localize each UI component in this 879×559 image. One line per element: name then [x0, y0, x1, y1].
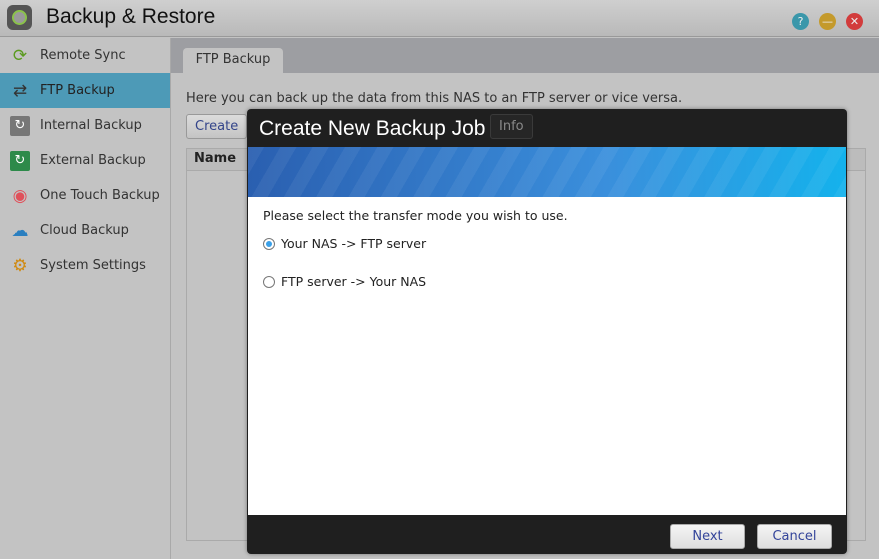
info-button[interactable]: Info: [490, 114, 533, 139]
sidebar-item-label: FTP Backup: [40, 83, 115, 98]
help-icon[interactable]: ?: [792, 13, 809, 30]
dialog-title: Create New Backup Job: [259, 117, 486, 140]
radio-button[interactable]: [263, 237, 275, 250]
disk-icon: ↻: [10, 115, 30, 136]
dialog-banner: [248, 147, 846, 197]
option-ftp-to-nas[interactable]: FTP server -> Your NAS: [263, 274, 426, 289]
sidebar-item-label: Cloud Backup: [40, 223, 129, 238]
dialog-prompt: Please select the transfer mode you wish…: [263, 208, 568, 223]
create-backup-job-dialog: Create New Backup Job Please select the …: [247, 109, 847, 554]
sync-icon: ⟳: [12, 45, 28, 66]
sidebar-item-label: Internal Backup: [40, 118, 142, 133]
sidebar-item-cloud-backup[interactable]: ☁ Cloud Backup: [0, 213, 170, 248]
radio-button[interactable]: [263, 275, 275, 288]
option-label: Your NAS -> FTP server: [281, 236, 427, 251]
record-icon: ◉: [12, 185, 28, 206]
option-nas-to-ftp[interactable]: Your NAS -> FTP server: [263, 236, 426, 251]
minimize-icon[interactable]: —: [819, 13, 836, 30]
server-transfer-icon: ⇄: [12, 80, 28, 101]
title-bar: Backup & Restore ? — ✕: [0, 0, 879, 37]
sidebar-item-ftp-backup[interactable]: ⇄ FTP Backup: [0, 73, 170, 108]
sidebar-item-remote-sync[interactable]: ⟳ Remote Sync: [0, 38, 170, 73]
next-button[interactable]: Next: [670, 524, 745, 549]
external-disk-icon: ↻: [10, 150, 30, 171]
sidebar-item-label: One Touch Backup: [40, 188, 160, 203]
option-label: FTP server -> Your NAS: [281, 274, 427, 289]
page-description: Here you can back up the data from this …: [186, 91, 683, 106]
sidebar-item-system-settings[interactable]: ⚙ System Settings: [0, 248, 170, 283]
gear-icon: ⚙: [12, 255, 28, 276]
sidebar-item-one-touch-backup[interactable]: ◉ One Touch Backup: [0, 178, 170, 213]
sidebar-item-external-backup[interactable]: ↻ External Backup: [0, 143, 170, 178]
cancel-button[interactable]: Cancel: [757, 524, 832, 549]
app-logo-icon: [7, 5, 32, 30]
close-icon[interactable]: ✕: [846, 13, 863, 30]
tab-ftp-backup[interactable]: FTP Backup: [183, 48, 283, 73]
sidebar-item-label: System Settings: [40, 258, 146, 273]
tab-strip: FTP Backup: [171, 38, 879, 73]
sidebar-item-label: External Backup: [40, 153, 146, 168]
sidebar-item-internal-backup[interactable]: ↻ Internal Backup: [0, 108, 170, 143]
app-title: Backup & Restore: [46, 5, 216, 28]
create-button[interactable]: Create: [186, 114, 248, 139]
sidebar-item-label: Remote Sync: [40, 48, 126, 63]
cloud-icon: ☁: [11, 220, 29, 241]
dialog-body: Please select the transfer mode you wish…: [248, 197, 846, 515]
sidebar: ⟳ Remote Sync ⇄ FTP Backup ↻ Internal Backu…: [0, 38, 171, 559]
